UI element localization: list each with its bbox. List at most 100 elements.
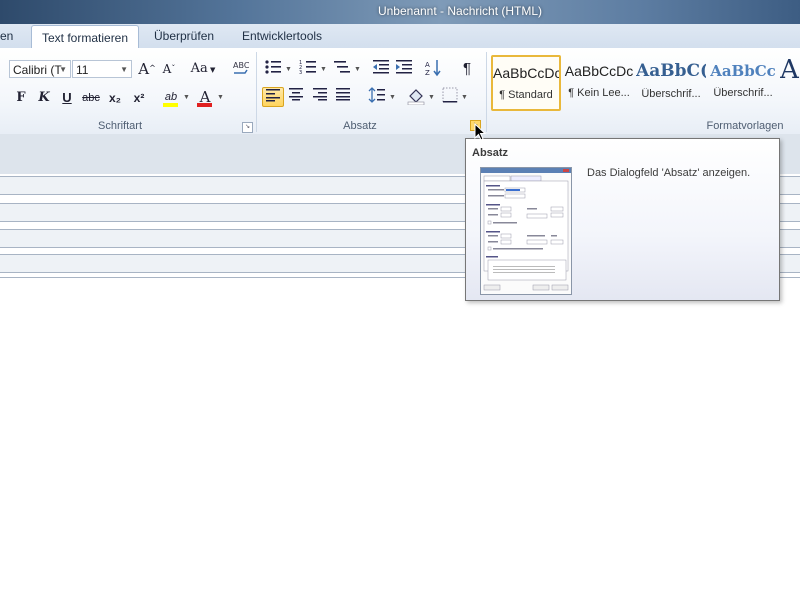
borders-button[interactable]	[439, 87, 461, 107]
paragraph-tooltip: Absatz Das Dialogfeld 'Absatz' anzeigen.	[465, 138, 780, 301]
multilevel-list-icon	[334, 61, 350, 73]
decrease-indent-button[interactable]	[370, 59, 392, 79]
chevron-down-icon: ▼	[120, 65, 128, 74]
shading-button[interactable]	[405, 87, 427, 107]
show-formatting-marks-button[interactable]: ¶	[456, 59, 478, 79]
tooltip-description: Das Dialogfeld 'Absatz' anzeigen.	[587, 167, 751, 179]
svg-text:A: A	[425, 61, 430, 69]
chevron-down-icon: ▼	[428, 94, 435, 101]
svg-text:Z: Z	[425, 69, 430, 77]
tab-entwicklertools[interactable]: Entwicklertools	[242, 24, 322, 48]
message-body[interactable]	[0, 278, 800, 600]
strikethrough-button[interactable]: abc	[80, 88, 102, 108]
borders-icon	[442, 87, 458, 103]
tab-ueberpruefen[interactable]: Überprüfen	[154, 24, 214, 48]
increase-indent-button[interactable]	[393, 59, 415, 79]
highlight-swatch	[163, 103, 178, 107]
style-sample: AaBbCc	[710, 62, 776, 80]
dialog-preview-icon	[481, 168, 571, 291]
caret-up-icon: ^	[149, 64, 156, 73]
chevron-down-icon: ▼	[285, 66, 292, 73]
launcher-icon: ↘	[244, 124, 251, 130]
style-standard[interactable]: AaBbCcDc ¶ Standard	[491, 55, 561, 111]
ribbon: Calibri (T ▼ 11 ▼ A^ Aˇ Aa ▼ ABC F K U a…	[0, 48, 800, 135]
tooltip-title: Absatz	[472, 147, 509, 159]
style-heading-1[interactable]: AaBbC( Überschrif...	[636, 55, 706, 111]
style-sample: AaBbC(	[636, 61, 706, 81]
group-label-schriftart: Schriftart	[97, 120, 142, 132]
change-case-label: Aa	[190, 61, 208, 76]
numbering-button[interactable]: 123	[297, 59, 319, 79]
bullets-button[interactable]	[262, 59, 284, 79]
align-right-button[interactable]	[309, 87, 331, 107]
multilevel-list-button[interactable]	[331, 59, 353, 79]
chevron-down-icon: ▼	[461, 94, 468, 101]
font-name-value: Calibri (T	[13, 63, 62, 77]
justify-button[interactable]	[332, 87, 354, 107]
justify-icon	[336, 88, 350, 101]
window-title: Unbenannt - Nachricht (HTML)	[377, 4, 543, 18]
mouse-cursor-icon	[474, 122, 487, 144]
line-spacing-button[interactable]	[366, 87, 388, 107]
align-center-button[interactable]	[285, 87, 307, 107]
subscript-button[interactable]: x₂	[104, 88, 126, 108]
style-sample: AaBbCcDc	[564, 63, 634, 79]
caret-down-icon: ˇ	[171, 64, 176, 73]
underline-button[interactable]: U	[56, 88, 78, 108]
group-label-formatvorlagen: Formatvorlagen	[706, 120, 784, 132]
highlight-label: ab	[164, 91, 178, 103]
decrease-indent-icon	[373, 60, 389, 74]
increase-indent-icon	[396, 60, 412, 74]
chevron-down-icon: ▼	[59, 65, 67, 74]
align-right-icon	[313, 88, 327, 101]
style-name: Überschrif...	[641, 88, 701, 100]
style-title[interactable]: A	[780, 55, 800, 111]
align-left-button[interactable]	[262, 87, 284, 107]
font-dialog-launcher[interactable]: ↘	[242, 122, 253, 133]
chevron-down-icon: ▼	[320, 66, 327, 73]
chevron-down-icon: ▼	[217, 94, 224, 101]
tab-text-formatieren[interactable]: Text formatieren	[31, 25, 140, 49]
shrink-font-button[interactable]: Aˇ	[158, 59, 180, 79]
svg-text:ABC: ABC	[233, 61, 249, 70]
sort-icon: AZ	[425, 60, 441, 77]
style-name: ¶ Standard	[499, 89, 553, 101]
ribbon-tab-row: en Text formatieren Überprüfen Entwickle…	[0, 24, 800, 49]
superscript-button[interactable]: x²	[128, 88, 150, 108]
font-color-swatch	[197, 103, 212, 107]
grow-font-button[interactable]: A^	[136, 59, 158, 79]
tab-partial[interactable]: en	[0, 24, 13, 48]
style-name: ¶ Kein Lee...	[568, 87, 630, 99]
paragraph-dialog-preview	[480, 167, 572, 295]
style-kein-leerraum[interactable]: AaBbCcDc ¶ Kein Lee...	[564, 55, 634, 111]
italic-button[interactable]: K	[33, 88, 55, 108]
style-heading-2[interactable]: AaBbCc Überschrif...	[708, 55, 778, 111]
font-color-button[interactable]: A	[194, 87, 216, 107]
numbering-icon: 123	[299, 60, 316, 76]
chevron-down-icon: ▼	[389, 94, 396, 101]
svg-text:3: 3	[299, 70, 302, 75]
chevron-down-icon: ▼	[207, 66, 216, 74]
change-case-button[interactable]: Aa ▼	[189, 59, 217, 79]
bullets-icon	[265, 60, 281, 74]
font-size-value: 11	[76, 63, 89, 77]
clear-formatting-icon: ABC	[231, 61, 250, 79]
clear-formatting-button[interactable]: ABC	[229, 59, 251, 79]
align-left-icon	[266, 89, 280, 102]
style-sample: A	[780, 55, 799, 85]
chevron-down-icon: ▼	[183, 94, 190, 101]
align-center-icon	[289, 88, 303, 101]
style-sample: AaBbCcDc	[493, 65, 559, 81]
grow-font-label: A	[138, 60, 150, 78]
title-bar: Unbenannt - Nachricht (HTML)	[0, 0, 800, 24]
highlight-color-button[interactable]: ab	[160, 87, 182, 107]
line-spacing-icon	[368, 87, 385, 103]
font-size-combo[interactable]: 11 ▼	[72, 60, 132, 78]
bold-button[interactable]: F	[10, 88, 32, 108]
style-name: Überschrif...	[713, 87, 773, 99]
font-name-combo[interactable]: Calibri (T ▼	[9, 60, 71, 78]
paint-bucket-icon	[407, 89, 425, 106]
group-separator	[486, 52, 487, 132]
sort-button[interactable]: AZ	[423, 59, 445, 79]
chevron-down-icon: ▼	[354, 66, 361, 73]
